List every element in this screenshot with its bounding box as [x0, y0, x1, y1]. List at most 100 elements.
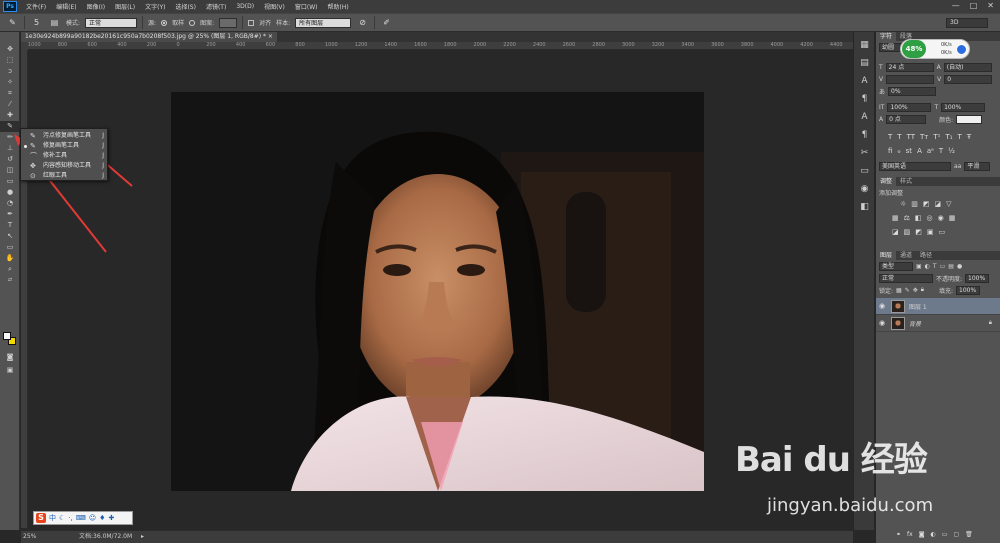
filter-toggle-icon[interactable]: ● [957, 263, 962, 270]
tsume-select[interactable]: 0% [888, 86, 937, 96]
underline-icon[interactable]: T [958, 133, 962, 141]
strikethrough-icon[interactable]: Ŧ [967, 133, 971, 141]
superscript-icon[interactable]: T¹ [933, 133, 940, 141]
all-caps-icon[interactable]: TT [907, 133, 915, 141]
fractions-icon[interactable]: T [939, 147, 943, 155]
status-menu-arrow-icon[interactable]: ▸ [141, 531, 144, 543]
opacity-field[interactable]: 100% [965, 273, 990, 283]
flyout-item[interactable]: ⊙ 红眼工具 J [21, 171, 107, 181]
new-layer-icon[interactable]: ▢ [953, 531, 959, 538]
hue-saturation-icon[interactable]: ▦ [892, 214, 899, 222]
network-monitor-widget[interactable]: 48% 0K/s 0K/s [900, 39, 970, 59]
flyout-item[interactable]: ✎ 污点修复画笔工具 J [21, 131, 107, 141]
lock-all-icon[interactable]: 🔒︎ [921, 286, 924, 294]
black-white-icon[interactable]: ◧ [915, 214, 922, 222]
zoom-level[interactable]: 25% [23, 531, 36, 543]
skin-icon[interactable]: ♦ [99, 514, 105, 522]
flyout-item[interactable]: ✎ 修复画笔工具 J [21, 141, 107, 151]
history-panel-icon[interactable]: ▦ [854, 36, 875, 54]
threshold-icon[interactable]: ◩ [915, 228, 922, 236]
navigator-icon[interactable]: ◧ [854, 198, 875, 216]
photo-filter-icon[interactable]: ◎ [927, 214, 933, 222]
tab-character[interactable]: 字符 [876, 32, 897, 41]
tab-layers[interactable]: 图层 [876, 251, 897, 260]
filter-adjust-icon[interactable]: ◐ [925, 263, 930, 270]
fill-field[interactable]: 100% [956, 285, 980, 295]
character-panel-icon[interactable]: A [854, 72, 875, 90]
new-adjustment-icon[interactable]: ◐ [931, 531, 936, 538]
lock-paint-icon[interactable]: ✎ [905, 287, 910, 294]
layer-style-icon[interactable]: fx [907, 531, 913, 538]
tab-paths[interactable]: 路径 [916, 251, 936, 260]
color-lookup-icon[interactable]: ▦ [949, 214, 956, 222]
filter-type-icon[interactable]: T [933, 263, 937, 270]
para-styles-icon[interactable]: ¶ [854, 126, 875, 144]
selective-color-icon[interactable]: ▣ [927, 228, 934, 236]
curves-icon[interactable]: ◩ [923, 200, 930, 208]
filter-smart-icon[interactable]: ▤ [948, 263, 954, 270]
language-select[interactable]: 美国英语 [879, 161, 951, 171]
ime-mode-label[interactable]: 中 [49, 513, 56, 523]
new-group-icon[interactable]: ▭ [942, 531, 948, 538]
char-styles-icon[interactable]: A [854, 108, 875, 126]
ordinals-icon[interactable]: aᵃ [927, 147, 934, 155]
lock-transparent-icon[interactable]: ▦ [896, 287, 902, 294]
exposure-icon[interactable]: ◪ [935, 200, 942, 208]
gradient-map-icon[interactable]: ▭ [939, 228, 946, 236]
keyboard-icon[interactable]: ⌨ [76, 514, 86, 522]
layer-name[interactable]: 背景 [909, 319, 921, 328]
titling-icon[interactable]: A [917, 147, 922, 155]
punctuation-icon[interactable]: ·, [68, 514, 72, 522]
tools-icon[interactable]: ✚ [108, 514, 114, 522]
delete-layer-icon[interactable]: 🗑︎ [965, 531, 973, 538]
leading-select[interactable]: (自动) [943, 62, 992, 72]
lock-move-icon[interactable]: ✥ [913, 287, 918, 294]
link-layers-icon[interactable]: ⚭ [896, 531, 901, 538]
st-ligature-icon[interactable]: st [906, 147, 912, 155]
color-balance-icon[interactable]: ⚖ [904, 214, 910, 222]
baseline-shift-field[interactable]: 0 点 [886, 114, 927, 124]
tracking-select[interactable]: 0 [944, 74, 993, 84]
visibility-eye-icon[interactable]: ◉ [879, 319, 887, 327]
filter-pixel-icon[interactable]: ▣ [916, 263, 922, 270]
visibility-eye-icon[interactable]: ◉ [879, 302, 887, 310]
antialias-select[interactable]: 平滑 [964, 161, 991, 171]
blend-mode-select[interactable]: 正常 [879, 273, 933, 283]
timeline-icon[interactable]: ▭ [854, 162, 875, 180]
user-icon[interactable]: ☺ [89, 514, 96, 522]
fi-ligature-icon[interactable]: fi [888, 147, 892, 155]
tab-adjustments[interactable]: 调整 [876, 177, 897, 186]
horizontal-scale-field[interactable]: 100% [941, 102, 986, 112]
vertical-scale-field[interactable]: 100% [887, 102, 932, 112]
tools-presets-icon[interactable]: ✂ [854, 144, 875, 162]
swash-icon[interactable]: ℴ [897, 147, 900, 155]
paragraph-panel-icon[interactable]: ¶ [854, 90, 875, 108]
add-mask-icon[interactable]: ◙ [919, 531, 925, 538]
kerning-select[interactable] [886, 74, 935, 84]
moon-icon[interactable]: ☾ [59, 514, 65, 522]
channel-mixer-icon[interactable]: ◉ [938, 214, 944, 222]
font-size-select[interactable]: 24 点 [885, 62, 934, 72]
foreground-color-swatch[interactable] [3, 332, 11, 340]
faux-italic-icon[interactable]: T [897, 133, 901, 141]
subscript-icon[interactable]: T₁ [945, 133, 952, 141]
levels-icon[interactable]: ▥ [911, 200, 918, 208]
flyout-item[interactable]: ✥ 内容感知移动工具 J [21, 161, 107, 171]
layer-row[interactable]: ◉ 图层 1 [876, 298, 1000, 315]
faux-bold-icon[interactable]: T [888, 133, 892, 141]
flyout-item[interactable]: ⌒ 修补工具 J [21, 151, 107, 161]
small-caps-icon[interactable]: Tт [920, 133, 928, 141]
posterize-icon[interactable]: ▨ [904, 228, 911, 236]
layer-name[interactable]: 图层 1 [909, 302, 927, 311]
layer-row[interactable]: ◉ 背景 🔒︎ [876, 315, 1000, 332]
sogou-logo[interactable]: S [36, 513, 46, 523]
properties-panel-icon[interactable]: ▤ [854, 54, 875, 72]
tab-channels[interactable]: 通道 [896, 251, 916, 260]
filter-shape-icon[interactable]: ▭ [940, 263, 946, 270]
invert-icon[interactable]: ◪ [892, 228, 899, 236]
vibrance-icon[interactable]: ▽ [946, 200, 951, 208]
brightness-icon[interactable]: ☼ [900, 200, 906, 208]
info-panel-icon[interactable]: ◉ [854, 180, 875, 198]
tab-styles[interactable]: 样式 [896, 177, 916, 186]
one-half-icon[interactable]: ½ [948, 147, 955, 155]
